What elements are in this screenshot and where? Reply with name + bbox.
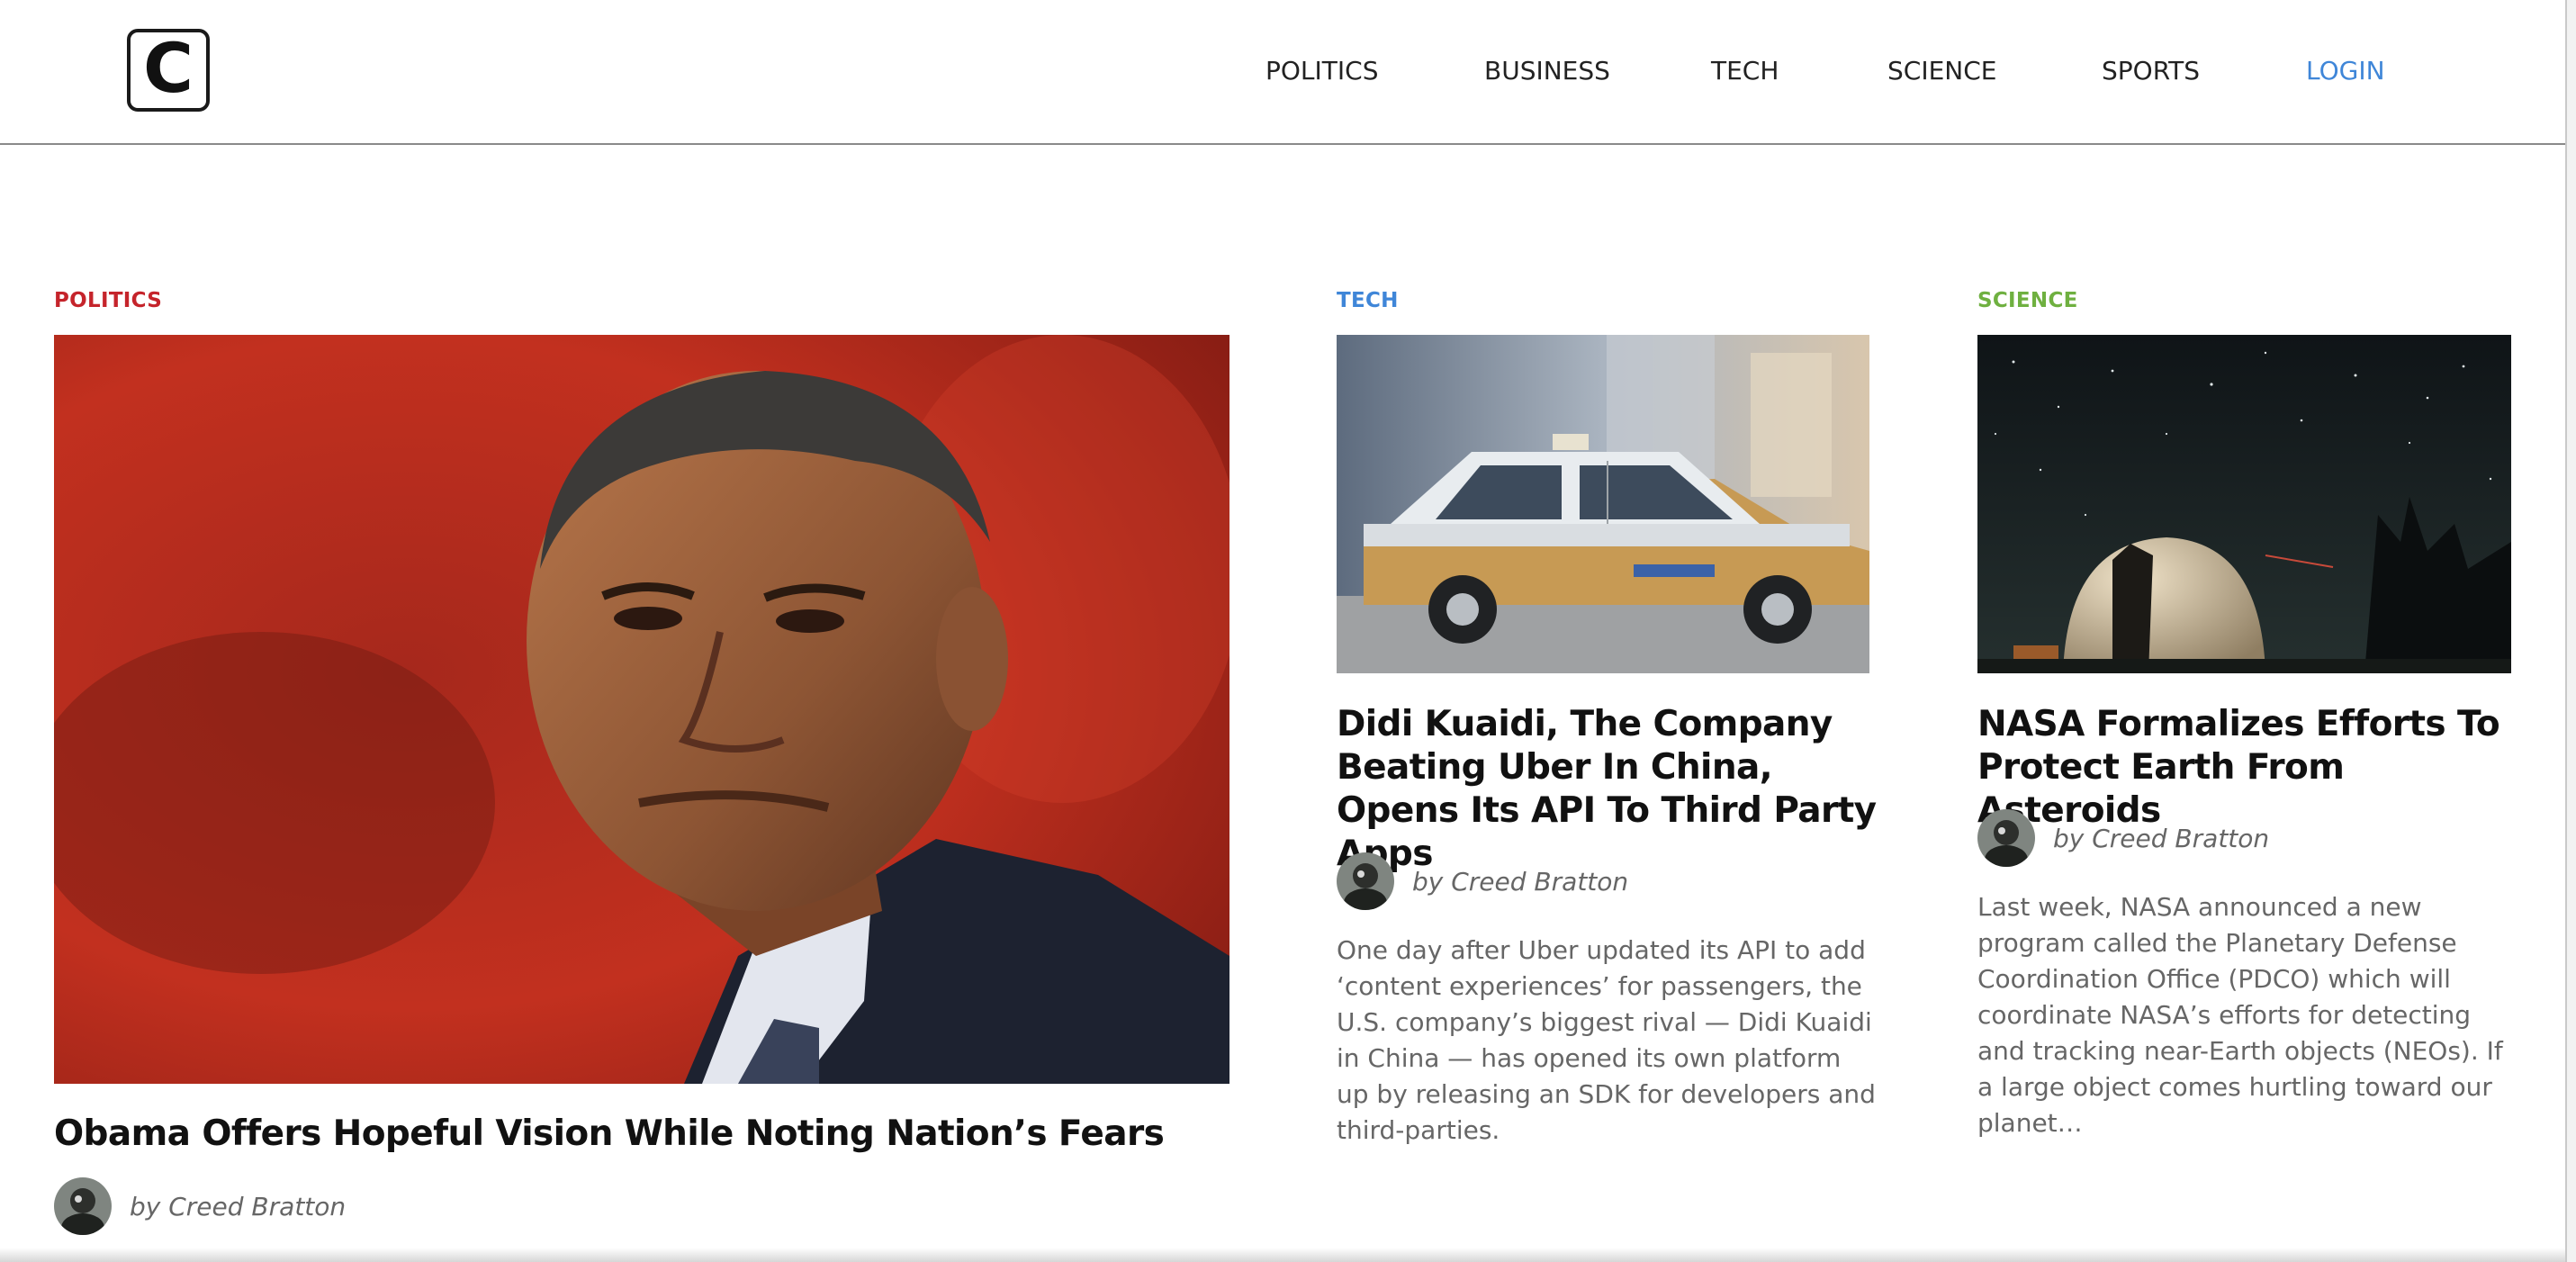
nav-business[interactable]: BUSINESS bbox=[1484, 56, 1610, 86]
author-avatar[interactable] bbox=[1337, 852, 1394, 910]
article-headline[interactable]: Didi Kuaidi, The Company Beating Uber In… bbox=[1337, 703, 1877, 876]
category-label-politics[interactable]: POLITICS bbox=[54, 289, 162, 312]
article-headline[interactable]: Obama Offers Hopeful Vision While Noting… bbox=[54, 1111, 1229, 1158]
login-link[interactable]: LOGIN bbox=[2306, 56, 2385, 86]
site-header: C POLITICS BUSINESS TECH SCIENCE SPORTS … bbox=[0, 0, 2565, 145]
article-byline: by Creed Bratton bbox=[1337, 852, 1628, 910]
article-image-taxi[interactable] bbox=[1337, 335, 1869, 673]
author-name[interactable]: by Creed Bratton bbox=[1412, 867, 1628, 897]
page-scrollbar[interactable] bbox=[2565, 0, 2576, 1262]
article-image-portrait[interactable] bbox=[54, 335, 1229, 1084]
site-logo[interactable]: C bbox=[127, 29, 210, 112]
article-excerpt: Last week, NASA announced a new program … bbox=[1977, 892, 2503, 1138]
nav-politics[interactable]: POLITICS bbox=[1265, 56, 1378, 86]
category-label-tech[interactable]: TECH bbox=[1337, 289, 1399, 312]
article-byline: by Creed Bratton bbox=[1977, 809, 2269, 867]
nav-tech[interactable]: TECH bbox=[1711, 56, 1779, 86]
article-image-observatory[interactable] bbox=[1977, 335, 2511, 673]
nav-sports[interactable]: SPORTS bbox=[2102, 56, 2200, 86]
category-label-science[interactable]: SCIENCE bbox=[1977, 289, 2078, 312]
bottom-shadow bbox=[0, 1248, 2565, 1262]
nav-science[interactable]: SCIENCE bbox=[1887, 56, 1996, 86]
author-name[interactable]: by Creed Bratton bbox=[130, 1192, 346, 1221]
article-excerpt: One day after Uber updated its API to ad… bbox=[1337, 935, 1876, 1145]
author-name[interactable]: by Creed Bratton bbox=[2053, 824, 2269, 853]
author-avatar[interactable] bbox=[1977, 809, 2035, 867]
article-byline: by Creed Bratton bbox=[54, 1177, 346, 1235]
author-avatar[interactable] bbox=[54, 1177, 112, 1235]
